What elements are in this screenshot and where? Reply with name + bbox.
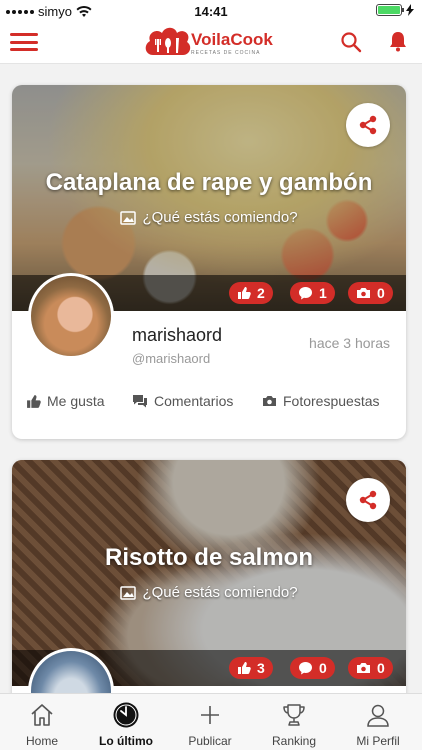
logo-tagline: RECETAS DE COCINA (191, 49, 261, 56)
comments-icon (133, 394, 147, 407)
tab-publish[interactable]: Publicar (168, 694, 252, 750)
battery-info (376, 4, 414, 16)
comments-button[interactable]: Comentarios (132, 393, 233, 409)
likes-count: 3 (257, 660, 265, 676)
comments-count: 0 (319, 660, 327, 676)
post-card[interactable]: Risotto de salmon ¿Qué estás comiendo? 3… (12, 460, 406, 693)
camera-icon (357, 663, 370, 673)
photos-count: 0 (377, 660, 385, 676)
tab-label: Lo último (99, 734, 153, 748)
clock-icon (113, 702, 139, 728)
plus-icon (201, 706, 219, 724)
image-icon (120, 585, 137, 600)
comments-label: Comentarios (154, 393, 234, 409)
prompt-text: ¿Qué estás comiendo? (142, 209, 298, 226)
comments-count: 1 (319, 285, 327, 301)
likes-count-badge[interactable]: 3 (229, 657, 273, 679)
trophy-icon (283, 704, 305, 726)
app-header: VoilaCook RECETAS DE COCINA (0, 22, 422, 64)
tab-label: Home (25, 734, 58, 748)
photos-count: 0 (377, 285, 385, 301)
share-icon (359, 490, 377, 510)
user-handle: @marishaord (132, 351, 211, 366)
author-row[interactable]: marishaord @marishaord hace 3 horas (12, 273, 406, 371)
likes-count-badge[interactable]: 2 (229, 282, 273, 304)
house-icon (31, 704, 53, 726)
tab-profile[interactable]: Mi Perfil (336, 694, 420, 750)
logo-name: VoilaCook (191, 29, 273, 49)
app-logo[interactable]: VoilaCook RECETAS DE COCINA (143, 24, 273, 62)
prompt: ¿Qué estás comiendo? (12, 209, 406, 226)
photo-replies-button[interactable]: Fotorespuestas (262, 393, 380, 409)
tab-latest[interactable]: Lo último (84, 694, 168, 750)
username[interactable]: marishaord (132, 325, 222, 346)
comments-count-badge[interactable]: 0 (290, 657, 335, 679)
status-time: 14:41 (194, 4, 228, 19)
share-button[interactable] (346, 478, 390, 522)
user-icon (367, 704, 389, 727)
tab-label: Ranking (271, 734, 317, 748)
author-row[interactable] (12, 648, 406, 693)
comment-bubble-icon (299, 662, 312, 675)
battery-icon (376, 4, 404, 16)
post-time: hace 3 horas (309, 335, 390, 351)
photos-count-badge[interactable]: 0 (348, 282, 393, 304)
tab-bar: Home Lo último Publicar Ranking Mi Perfi… (0, 693, 422, 750)
photo-replies-label: Fotorespuestas (283, 393, 380, 409)
tab-home[interactable]: Home (0, 694, 84, 750)
menu-icon[interactable] (10, 31, 38, 53)
dish-title: Risotto de salmon (104, 544, 314, 571)
like-label: Me gusta (47, 393, 105, 409)
avatar[interactable] (28, 273, 114, 359)
image-icon (120, 210, 137, 225)
camera-icon (357, 288, 370, 298)
status-bar: simyo 14:41 (0, 0, 422, 22)
feed[interactable]: Cataplana de rape y gambón ¿Qué estás co… (0, 65, 422, 693)
thumbs-up-icon (238, 662, 251, 674)
camera-icon (263, 396, 276, 406)
photos-count-badge[interactable]: 0 (348, 657, 393, 679)
likes-count: 2 (257, 285, 265, 301)
tab-label: Publicar (188, 734, 232, 748)
tab-ranking[interactable]: Ranking (252, 694, 336, 750)
charging-icon (406, 4, 414, 16)
share-icon (359, 115, 377, 135)
dish-title: Cataplana de rape y gambón (45, 169, 373, 196)
thumbs-up-icon (27, 394, 41, 408)
prompt: ¿Qué estás comiendo? (12, 584, 406, 601)
comments-count-badge[interactable]: 1 (290, 282, 335, 304)
tab-label: Mi Perfil (356, 734, 400, 748)
prompt-text: ¿Qué estás comiendo? (142, 584, 298, 601)
post-card[interactable]: Cataplana de rape y gambón ¿Qué estás co… (12, 85, 406, 439)
share-button[interactable] (346, 103, 390, 147)
comment-bubble-icon (299, 287, 312, 300)
thumbs-up-icon (238, 287, 251, 299)
search-icon[interactable] (340, 31, 362, 53)
like-button[interactable]: Me gusta (26, 393, 105, 409)
chef-hat-logo-icon (145, 27, 191, 55)
notifications-bell-icon[interactable] (388, 30, 408, 52)
